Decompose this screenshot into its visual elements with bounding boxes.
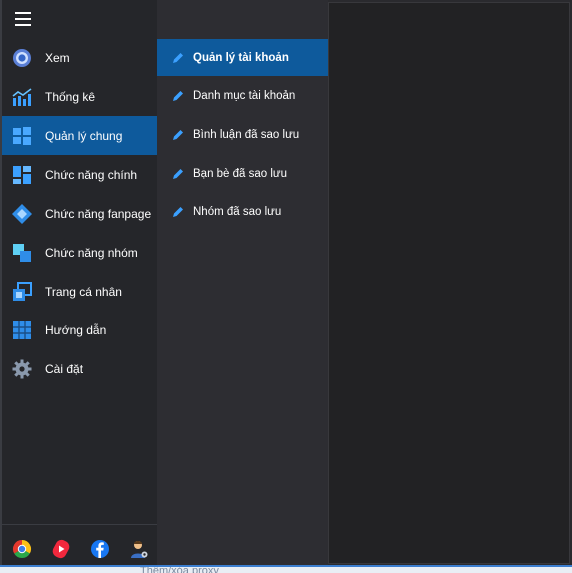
jira-diamond-icon	[12, 203, 32, 224]
guide-grid-icon	[12, 320, 32, 340]
content-area	[328, 2, 570, 564]
submenu-item-label: Bạn bè đã sao lưu	[193, 167, 288, 180]
dashboard-blocks-icon	[12, 165, 32, 185]
sidebar-item-label: Xem	[45, 50, 70, 65]
submenu-item-label: Quản lý tài khoản	[193, 51, 289, 64]
profile-window-icon	[12, 281, 32, 302]
submenu-item-ban-be-da-sao-luu[interactable]: Bạn bè đã sao lưu	[157, 155, 328, 192]
sidebar-item-chuc-nang-nhom[interactable]: Chức năng nhóm	[2, 233, 157, 272]
youtube-shorts-icon[interactable]	[51, 539, 71, 559]
pencil-icon	[173, 129, 183, 140]
support-agent-icon[interactable]	[129, 539, 149, 559]
sidebar-item-cai-dat[interactable]: Cài đặt	[2, 349, 157, 388]
sidebar: Xem Thống kê Quản lý chung Chức năng chí…	[0, 0, 157, 573]
sidebar-item-chuc-nang-chinh[interactable]: Chức năng chính	[2, 155, 157, 194]
chrome-icon[interactable]	[12, 539, 32, 559]
sidebar-item-xem[interactable]: Xem	[2, 38, 157, 77]
sidebar-item-label: Hướng dẫn	[45, 322, 107, 337]
background-window-strip: Thêm/xóa proxy	[0, 565, 572, 573]
submenu-item-label: Nhóm đã sao lưu	[193, 205, 282, 218]
windows-icon	[12, 126, 32, 146]
submenu-item-danh-muc-tai-khoan[interactable]: Danh mục tài khoản	[157, 77, 328, 114]
sidebar-item-label: Trang cá nhân	[45, 284, 122, 299]
sidebar-item-label: Thống kê	[45, 89, 96, 104]
sidebar-item-thong-ke[interactable]: Thống kê	[2, 77, 157, 116]
background-proxy-label: Thêm/xóa proxy	[140, 565, 219, 573]
sidebar-item-label: Chức năng fanpage	[45, 206, 152, 221]
submenu-item-quan-ly-tai-khoan[interactable]: Quản lý tài khoản	[157, 39, 328, 76]
hamburger-menu-icon[interactable]	[15, 12, 31, 26]
sidebar-item-label: Quản lý chung	[45, 128, 123, 143]
chrome-circle-icon	[12, 48, 32, 68]
submenu-item-label: Danh mục tài khoản	[193, 89, 296, 102]
submenu-item-nhom-da-sao-luu[interactable]: Nhóm đã sao lưu	[157, 193, 328, 230]
group-squares-icon	[12, 243, 32, 263]
sidebar-item-label: Chức năng chính	[45, 167, 138, 182]
submenu-item-binh-luan-da-sao-luu[interactable]: Bình luận đã sao lưu	[157, 116, 328, 153]
pencil-icon	[173, 168, 183, 179]
sidebar-item-label: Chức năng nhóm	[45, 245, 138, 260]
submenu-panel: Quản lý tài khoản Danh mục tài khoản Bìn…	[157, 0, 328, 573]
sidebar-item-chuc-nang-fanpage[interactable]: Chức năng fanpage	[2, 194, 157, 233]
stats-chart-icon	[12, 87, 32, 107]
sidebar-item-label: Cài đặt	[45, 361, 84, 376]
gear-icon	[12, 359, 32, 379]
sidebar-item-quan-ly-chung[interactable]: Quản lý chung	[2, 116, 157, 155]
pencil-icon	[173, 52, 183, 63]
submenu-item-label: Bình luận đã sao lưu	[193, 128, 300, 141]
pencil-icon	[173, 90, 183, 101]
sidebar-item-trang-ca-nhan[interactable]: Trang cá nhân	[2, 272, 157, 311]
facebook-icon[interactable]	[90, 539, 110, 559]
pencil-icon	[173, 206, 183, 217]
sidebar-item-huong-dan[interactable]: Hướng dẫn	[2, 310, 157, 349]
